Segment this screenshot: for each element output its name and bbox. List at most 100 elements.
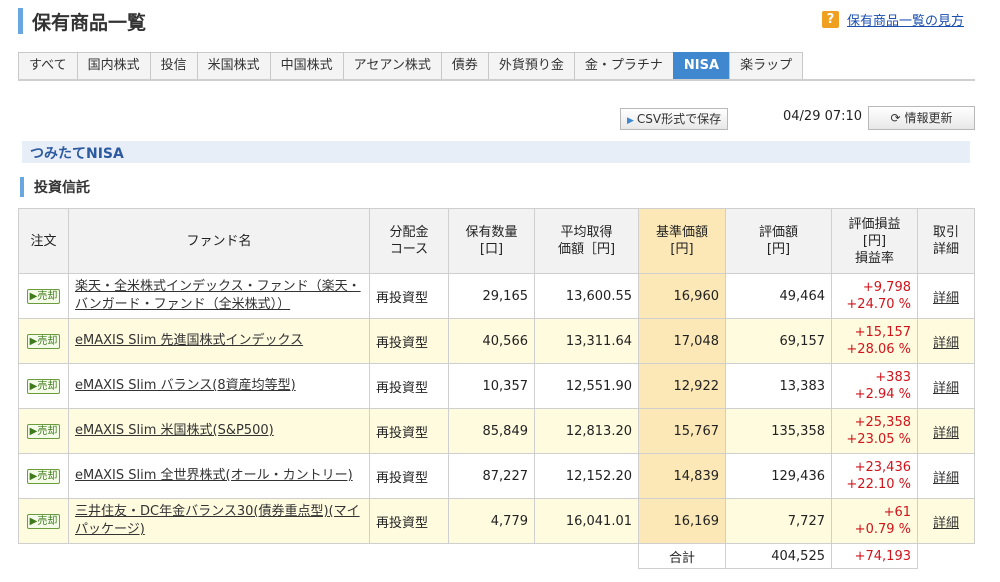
total-label: 合計 bbox=[638, 543, 726, 569]
table-row: ▶売却 楽天・全米株式インデックス・ファンド（楽天・バンガード・ファンド（全米株… bbox=[18, 273, 975, 319]
refresh-icon: ⟳ bbox=[890, 111, 901, 125]
sell-button[interactable]: ▶売却 bbox=[26, 334, 61, 349]
subsection-label: 投資信託 bbox=[34, 180, 90, 196]
csv-save-button[interactable]: ▶ CSV形式で保存 bbox=[620, 108, 729, 130]
fund-link[interactable]: eMAXIS Slim 米国株式(S&P500) bbox=[75, 422, 363, 440]
help-icon[interactable]: ? bbox=[821, 11, 839, 28]
avg-price-cell: 13,311.64 bbox=[534, 318, 639, 364]
tab-foreign-deposits[interactable]: 外貨預り金 bbox=[487, 52, 575, 79]
detail-link[interactable]: 詳細 bbox=[933, 516, 959, 531]
detail-link[interactable]: 詳細 bbox=[933, 381, 959, 396]
avg-price-cell: 12,813.20 bbox=[534, 408, 639, 454]
course-cell: 再投資型 bbox=[369, 453, 449, 499]
nav-cell: 16,169 bbox=[638, 498, 726, 544]
page-title: 保有商品一覧 bbox=[32, 12, 147, 34]
nav-cell: 17,048 bbox=[638, 318, 726, 364]
section-header: つみたてNISA bbox=[22, 141, 970, 163]
fund-link[interactable]: 楽天・全米株式インデックス・ファンド（楽天・バンガード・ファンド（全米株式）） bbox=[75, 278, 363, 314]
profit-loss-cell: +9,798 +24.70 % bbox=[831, 273, 918, 319]
valuation-cell: 13,383 bbox=[725, 363, 832, 409]
fund-link[interactable]: eMAXIS Slim 全世界株式(オール・カントリー) bbox=[75, 467, 363, 485]
csv-save-label: CSV形式で保存 bbox=[636, 112, 722, 126]
table-row: ▶売却 eMAXIS Slim 先進国株式インデックス 再投資型 40,566 … bbox=[18, 318, 975, 364]
profit-loss-cell: +23,436 +22.10 % bbox=[831, 453, 918, 499]
col-nav: 基準価額 [円] bbox=[638, 208, 726, 274]
detail-link[interactable]: 詳細 bbox=[933, 291, 959, 306]
quantity-cell: 29,165 bbox=[448, 273, 535, 319]
valuation-cell: 69,157 bbox=[725, 318, 832, 364]
avg-price-cell: 12,152.20 bbox=[534, 453, 639, 499]
fund-link[interactable]: eMAXIS Slim 先進国株式インデックス bbox=[75, 332, 363, 350]
course-cell: 再投資型 bbox=[369, 363, 449, 409]
section-label: つみたてNISA bbox=[30, 146, 124, 162]
page-header: 保有商品一覧 ? 保有商品一覧の見方 bbox=[18, 6, 974, 36]
nav-cell: 16,960 bbox=[638, 273, 726, 319]
quantity-cell: 40,566 bbox=[448, 318, 535, 364]
table-row: ▶売却 eMAXIS Slim 米国株式(S&P500) 再投資型 85,849… bbox=[18, 408, 975, 454]
sell-button[interactable]: ▶売却 bbox=[26, 514, 61, 529]
avg-price-cell: 16,041.01 bbox=[534, 498, 639, 544]
sell-button[interactable]: ▶売却 bbox=[26, 379, 61, 394]
tab-funds[interactable]: 投信 bbox=[149, 52, 198, 79]
tab-nisa[interactable]: NISA bbox=[672, 52, 731, 79]
profit-loss-cell: +15,157 +28.06 % bbox=[831, 318, 918, 364]
tab-all[interactable]: すべて bbox=[18, 52, 78, 79]
valuation-cell: 49,464 bbox=[725, 273, 832, 319]
course-cell: 再投資型 bbox=[369, 498, 449, 544]
table-row: ▶売却 eMAXIS Slim 全世界株式(オール・カントリー) 再投資型 87… bbox=[18, 453, 975, 499]
detail-link[interactable]: 詳細 bbox=[933, 471, 959, 486]
tab-us-stocks[interactable]: 米国株式 bbox=[196, 52, 271, 79]
table-row: ▶売却 eMAXIS Slim バランス(8資産均等型) 再投資型 10,357… bbox=[18, 363, 975, 409]
sell-button[interactable]: ▶売却 bbox=[26, 469, 61, 484]
total-profit-loss: +74,193 bbox=[831, 543, 918, 569]
nav-cell: 14,839 bbox=[638, 453, 726, 499]
holdings-table: 注文 ファンド名 分配金 コース 保有数量 [口] 平均取得 価額［円] 基準価額 [円… bbox=[18, 208, 975, 569]
course-cell: 再投資型 bbox=[369, 318, 449, 364]
quantity-cell: 87,227 bbox=[448, 453, 535, 499]
col-avg-price: 平均取得 価額［円] bbox=[534, 208, 639, 274]
tab-rakuwrap[interactable]: 楽ラップ bbox=[729, 52, 804, 79]
profit-loss-cell: +61 +0.79 % bbox=[831, 498, 918, 544]
profit-loss-cell: +383 +2.94 % bbox=[831, 363, 918, 409]
help-area: ? 保有商品一覧の見方 bbox=[821, 10, 964, 29]
col-distribution: 分配金 コース bbox=[369, 208, 449, 274]
tab-china-stocks[interactable]: 中国株式 bbox=[269, 52, 344, 79]
col-detail: 取引 詳細 bbox=[917, 208, 975, 274]
sell-button[interactable]: ▶売却 bbox=[26, 289, 61, 304]
col-profit-loss: 評価損益 [円] 損益率 bbox=[831, 208, 918, 274]
help-link[interactable]: 保有商品一覧の見方 bbox=[847, 10, 964, 29]
valuation-cell: 135,358 bbox=[725, 408, 832, 454]
tab-gold-platinum[interactable]: 金・プラチナ bbox=[573, 52, 674, 79]
valuation-cell: 7,727 bbox=[725, 498, 832, 544]
valuation-cell: 129,436 bbox=[725, 453, 832, 499]
refresh-button[interactable]: ⟳ 情報更新 bbox=[868, 106, 975, 130]
course-cell: 再投資型 bbox=[369, 273, 449, 319]
table-header-row: 注文 ファンド名 分配金 コース 保有数量 [口] 平均取得 価額［円] 基準価額 [円… bbox=[18, 208, 975, 274]
play-icon: ▶ bbox=[627, 116, 634, 126]
tab-domestic-stocks[interactable]: 国内株式 bbox=[76, 52, 151, 79]
avg-price-cell: 12,551.90 bbox=[534, 363, 639, 409]
nav-cell: 12,922 bbox=[638, 363, 726, 409]
tab-bonds[interactable]: 債券 bbox=[440, 52, 489, 79]
quantity-cell: 4,779 bbox=[448, 498, 535, 544]
quantity-cell: 85,849 bbox=[448, 408, 535, 454]
col-fund-name: ファンド名 bbox=[68, 208, 370, 274]
col-valuation: 評価額 [円] bbox=[725, 208, 832, 274]
title-accent bbox=[18, 8, 23, 34]
avg-price-cell: 13,600.55 bbox=[534, 273, 639, 319]
profit-loss-cell: +25,358 +23.05 % bbox=[831, 408, 918, 454]
quantity-cell: 10,357 bbox=[448, 363, 535, 409]
detail-link[interactable]: 詳細 bbox=[933, 426, 959, 441]
sell-button[interactable]: ▶売却 bbox=[26, 424, 61, 439]
detail-link[interactable]: 詳細 bbox=[933, 336, 959, 351]
total-value: 404,525 bbox=[725, 543, 832, 569]
subsection-accent bbox=[20, 177, 24, 197]
tab-asean-stocks[interactable]: アセアン株式 bbox=[342, 52, 442, 79]
refresh-label: 情報更新 bbox=[904, 111, 953, 125]
col-order: 注文 bbox=[18, 208, 69, 274]
fund-link[interactable]: 三井住友・DC年金バランス30(債券重点型)(マイパッケージ) bbox=[75, 503, 363, 539]
col-quantity: 保有数量 [口] bbox=[448, 208, 535, 274]
table-row: ▶売却 三井住友・DC年金バランス30(債券重点型)(マイパッケージ) 再投資型… bbox=[18, 498, 975, 544]
fund-link[interactable]: eMAXIS Slim バランス(8資産均等型) bbox=[75, 377, 363, 395]
course-cell: 再投資型 bbox=[369, 408, 449, 454]
